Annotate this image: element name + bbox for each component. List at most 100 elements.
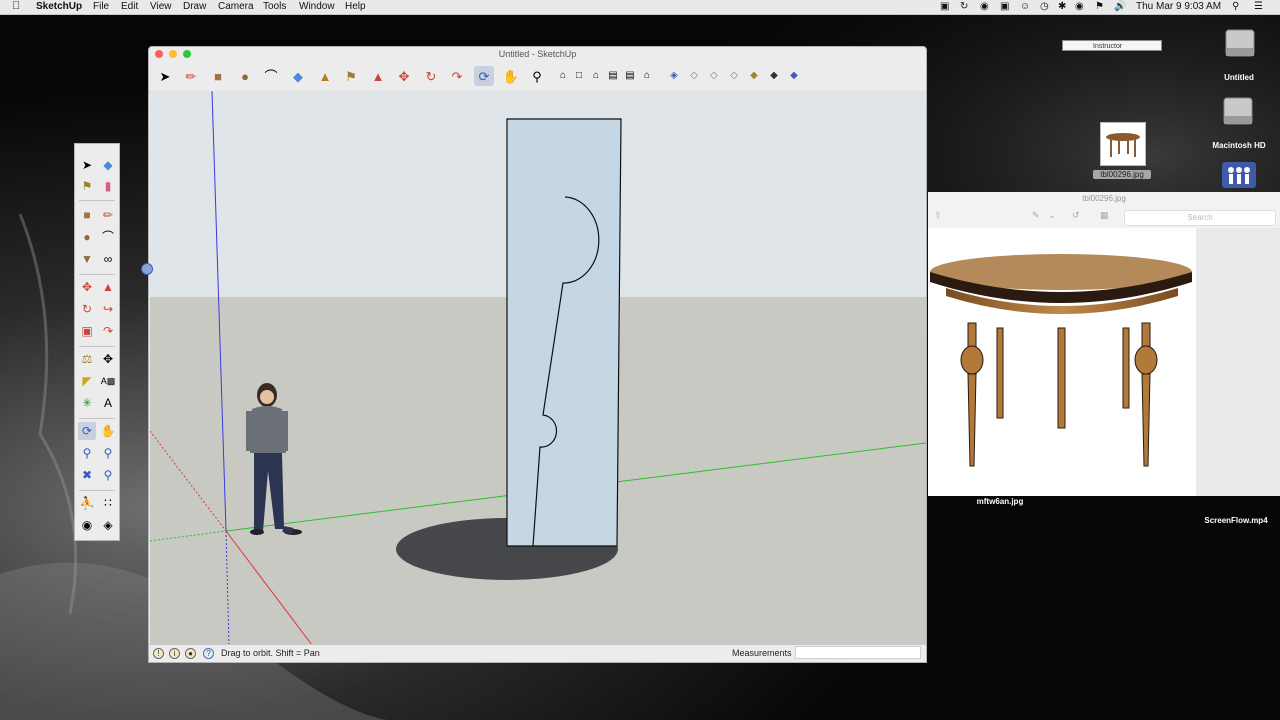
zoom-window-button[interactable] xyxy=(183,50,191,58)
make-component-icon[interactable]: ◆ xyxy=(288,66,308,86)
eraser-tool-icon[interactable]: ▮ xyxy=(99,177,117,195)
push-pull-icon[interactable]: ▲ xyxy=(99,278,117,296)
line-tool-icon[interactable]: ✏ xyxy=(99,206,117,224)
walk-tool-icon[interactable]: ∷ xyxy=(99,494,117,512)
menu-clock[interactable]: Thu Mar 9 9:03 AM xyxy=(1136,1,1221,12)
rectangle-tool-icon[interactable]: ■ xyxy=(78,206,96,224)
line-tool-icon[interactable]: ✏ xyxy=(181,66,201,86)
offset-tool-icon[interactable]: ↷ xyxy=(99,322,117,340)
agent-status-icon[interactable]: ◉ xyxy=(980,1,989,12)
protractor-icon[interactable]: ◤ xyxy=(78,372,96,390)
network-icon[interactable] xyxy=(1222,162,1256,188)
input-flag-icon[interactable]: ⚑ xyxy=(1095,1,1104,12)
untitled-drive-icon[interactable] xyxy=(1222,24,1258,60)
textured-style-icon[interactable]: ◆ xyxy=(744,66,764,86)
follow-me-icon[interactable]: ↪ xyxy=(99,300,117,318)
model-viewport[interactable] xyxy=(150,91,926,645)
notification-center-icon[interactable]: ☰ xyxy=(1254,1,1263,12)
3d-text-icon[interactable]: A xyxy=(99,394,117,412)
tape-measure-icon[interactable]: ⚖ xyxy=(78,350,96,368)
menu-help[interactable]: Help xyxy=(345,1,366,12)
zoom-icon[interactable]: ⚲ xyxy=(527,66,547,86)
circle-tool-icon[interactable]: ● xyxy=(235,66,255,86)
extension-style-icon[interactable]: ◆ xyxy=(784,66,804,86)
menu-window[interactable]: Window xyxy=(299,1,335,12)
timemachine-status-icon[interactable]: ◷ xyxy=(1040,1,1049,12)
monochrome-style-icon[interactable]: ◆ xyxy=(764,66,784,86)
polygon-tool-icon[interactable]: ▼ xyxy=(78,250,96,268)
share-icon[interactable]: ⇧ xyxy=(934,210,942,221)
screenflow-status-icon[interactable]: ▣ xyxy=(1000,1,1009,12)
freehand-tool-icon[interactable]: ∞ xyxy=(99,250,117,268)
wifi-icon[interactable]: ◉ xyxy=(1075,1,1084,12)
user-status-icon[interactable]: ☺ xyxy=(1020,1,1030,12)
instructor-help-icon[interactable]: ? xyxy=(203,648,214,659)
paint-bucket-icon[interactable]: ⚑ xyxy=(78,177,96,195)
eraser-tool-icon[interactable]: ▲ xyxy=(315,66,335,86)
close-window-button[interactable] xyxy=(155,50,163,58)
make-component-icon[interactable]: ◆ xyxy=(99,156,117,174)
scale-tool-icon[interactable]: ▣ xyxy=(78,322,96,340)
apple-menu-icon[interactable]:  xyxy=(12,0,20,12)
circle-tool-icon[interactable]: ● xyxy=(78,228,96,246)
orbit-icon[interactable]: ⟳ xyxy=(474,66,494,86)
paint-bucket-icon[interactable]: ⚑ xyxy=(341,66,361,86)
menu-tools[interactable]: Tools xyxy=(263,1,286,12)
menu-view[interactable]: View xyxy=(150,1,172,12)
markup-dropdown-icon[interactable]: ⌄ xyxy=(1048,210,1056,221)
look-around-icon[interactable]: ◉ xyxy=(78,516,96,534)
axes-tool-icon[interactable]: ✳ xyxy=(78,394,96,412)
orbit-icon[interactable]: ⟳ xyxy=(78,422,96,440)
push-pull-icon[interactable]: ▲ xyxy=(368,66,388,86)
select-tool-icon[interactable]: ➤ xyxy=(78,156,96,174)
zoom-window-icon[interactable]: ⚲ xyxy=(99,444,117,462)
move-tool-icon[interactable]: ✥ xyxy=(78,278,96,296)
geo-location-icon[interactable]: ! xyxy=(153,648,164,659)
previous-view-icon[interactable]: ⚲ xyxy=(99,466,117,484)
spotlight-search-icon[interactable]: ⚲ xyxy=(1232,1,1239,12)
left-view-icon[interactable]: ⌂ xyxy=(637,66,657,86)
camera-status-icon[interactable]: ▣ xyxy=(940,1,949,12)
dimension-tool-icon[interactable]: ✥ xyxy=(99,350,117,368)
zoom-icon[interactable]: ⚲ xyxy=(78,444,96,462)
macintosh-hd-icon[interactable] xyxy=(1220,92,1256,128)
offset-tool-icon[interactable]: ↷ xyxy=(447,66,467,86)
arc-tool-icon[interactable]: ⌒ xyxy=(99,228,117,246)
tbl-file-thumbnail[interactable] xyxy=(1100,122,1146,166)
markup-icon[interactable]: ✎ xyxy=(1032,210,1040,221)
rotate-tool-icon[interactable]: ↻ xyxy=(78,300,96,318)
bluetooth-icon[interactable]: ✱ xyxy=(1058,1,1066,12)
profile-icon[interactable]: ● xyxy=(185,648,196,659)
position-camera-icon[interactable]: ⛹ xyxy=(78,494,96,512)
pan-hand-icon[interactable]: ✋ xyxy=(99,422,117,440)
menu-file[interactable]: File xyxy=(93,1,109,12)
text-tool-icon[interactable]: A▩ xyxy=(99,372,117,390)
rotate-icon[interactable]: ↺ xyxy=(1072,210,1080,221)
move-tool-icon[interactable]: ✥ xyxy=(394,66,414,86)
rectangle-tool-icon[interactable]: ■ xyxy=(208,66,228,86)
menu-camera[interactable]: Camera xyxy=(218,1,254,12)
shaded-style-icon[interactable]: ◇ xyxy=(724,66,744,86)
toolbox-icon[interactable]: ▦ xyxy=(1100,210,1109,221)
credits-icon[interactable]: i xyxy=(169,648,180,659)
app-menu[interactable]: SketchUp xyxy=(36,1,82,12)
section-plane-icon[interactable]: ◈ xyxy=(99,516,117,534)
preview-search-input[interactable]: Search xyxy=(1124,210,1276,226)
zoom-extents-icon[interactable]: ✖ xyxy=(78,466,96,484)
upright-panel[interactable] xyxy=(506,118,622,547)
wireframe-style-icon[interactable]: ◇ xyxy=(684,66,704,86)
measurements-input[interactable] xyxy=(795,646,921,659)
menu-edit[interactable]: Edit xyxy=(121,1,138,12)
pan-hand-icon[interactable]: ✋ xyxy=(501,66,521,86)
xray-style-icon[interactable]: ◈ xyxy=(664,66,684,86)
arc-tool-icon[interactable]: ⌒ xyxy=(261,66,281,86)
select-tool-icon[interactable]: ➤ xyxy=(155,66,175,86)
minimize-window-button[interactable] xyxy=(169,50,177,58)
menu-draw[interactable]: Draw xyxy=(183,1,206,12)
hidden-line-style-icon[interactable]: ◇ xyxy=(704,66,724,86)
screenflow-file-label[interactable]: ScreenFlow.mp4 xyxy=(1196,516,1276,525)
mftw-file-label[interactable]: mftw6an.jpg xyxy=(960,497,1040,506)
volume-icon[interactable]: 🔊 xyxy=(1114,1,1126,12)
sync-status-icon[interactable]: ↻ xyxy=(960,1,968,12)
rotate-tool-icon[interactable]: ↻ xyxy=(421,66,441,86)
